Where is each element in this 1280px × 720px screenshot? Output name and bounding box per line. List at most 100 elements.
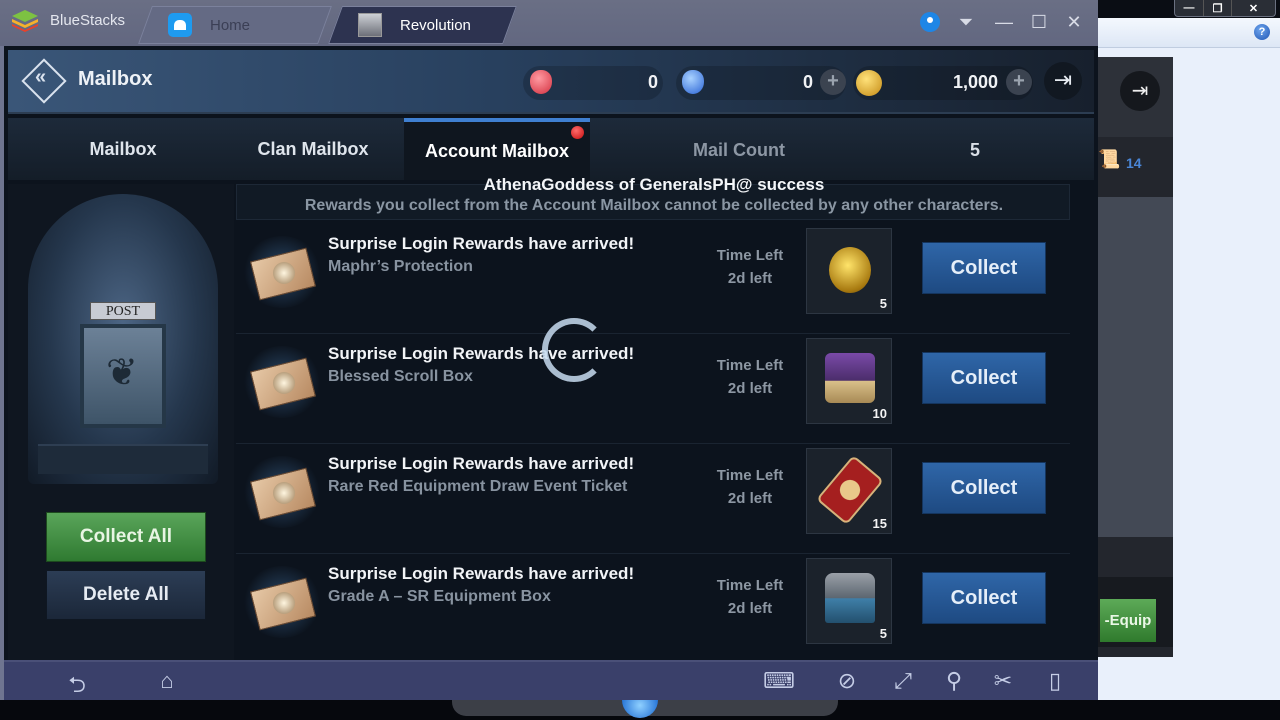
- notification-dot: [571, 126, 584, 139]
- mailbox-header: « Mailbox 0 0 + 1,000 + ⇥: [8, 50, 1094, 114]
- red-gem-icon: [530, 70, 552, 94]
- background-window-controls: — ❐ ✕: [1174, 0, 1276, 17]
- info-message: Rewards you collect from the Account Mai…: [304, 197, 1004, 214]
- app-name: BlueStacks: [50, 12, 126, 29]
- collect-button[interactable]: Collect: [922, 462, 1046, 514]
- collect-all-button[interactable]: Collect All: [46, 512, 206, 562]
- tab-home[interactable]: Home: [138, 6, 332, 44]
- item-count: 5: [879, 296, 887, 311]
- tab-mailbox[interactable]: Mailbox: [8, 118, 238, 180]
- mailbox-tabs: Mailbox Clan Mailbox Account Mailbox Mai…: [8, 118, 1094, 180]
- reward-item-slot[interactable]: 15: [806, 448, 892, 534]
- time-left: Time Left 2d left: [716, 577, 784, 617]
- background-toolbar: [1098, 18, 1280, 48]
- time-left: Time Left 2d left: [716, 357, 784, 397]
- success-message: AthenaGoddess of GeneralsPH@ success: [483, 175, 825, 194]
- android-nav-bar: ⮌ ⌂ ⌨ ⊘ ⤢ ⚲ ✂ ▯: [4, 660, 1098, 700]
- bg-close-button[interactable]: ✕: [1231, 0, 1275, 16]
- back-chevron-icon: «: [35, 66, 47, 88]
- equip-button[interactable]: -Equip: [1100, 599, 1156, 642]
- mail-subtitle: Maphr’s Protection: [328, 258, 473, 275]
- shake-device-icon[interactable]: ▯: [1040, 668, 1070, 694]
- loading-spinner: [542, 318, 606, 382]
- tab-clan-mailbox-label: Clan Mailbox: [257, 138, 369, 159]
- fullscreen-icon[interactable]: ⤢: [888, 668, 918, 694]
- scroll-icon: 📜: [1098, 149, 1121, 169]
- keyboard-icon[interactable]: ⌨: [752, 668, 806, 694]
- close-icon[interactable]: ✕: [1063, 12, 1085, 33]
- collect-button[interactable]: Collect: [922, 242, 1046, 294]
- mail-row: Surprise Login Rewards have arrived! Ble…: [236, 334, 1070, 444]
- post-sign: POST: [90, 302, 156, 320]
- exit-door-icon[interactable]: ⇥: [1044, 62, 1082, 100]
- bg-restore-button[interactable]: ❐: [1203, 0, 1231, 16]
- mail-list: Surprise Login Rewards have arrived! Map…: [236, 224, 1070, 660]
- mail-count-label: Mail Count: [693, 140, 785, 160]
- location-pin-icon[interactable]: ⚲: [939, 668, 969, 694]
- location-icon[interactable]: [920, 12, 940, 32]
- phoenix-emblem-icon: ❦: [106, 352, 138, 394]
- red-ticket-icon: [816, 454, 884, 526]
- equipment-box-icon: [825, 573, 875, 623]
- mail-count-value: 5: [970, 140, 981, 160]
- menu-dropdown-icon[interactable]: ⏷: [955, 12, 977, 33]
- help-icon[interactable]: ?: [1254, 24, 1270, 40]
- mail-row: Surprise Login Rewards have arrived! Rar…: [236, 444, 1070, 554]
- mail-subtitle: Rare Red Equipment Draw Event Ticket: [328, 478, 628, 495]
- envelope-icon: [242, 456, 322, 528]
- post-box-illustration: POST ❦: [28, 194, 218, 484]
- maximize-icon[interactable]: ☐: [1028, 12, 1050, 33]
- add-gold-button[interactable]: +: [1006, 69, 1032, 95]
- envelope-icon: [242, 236, 322, 308]
- blue-gem-icon: [682, 70, 704, 94]
- blue-gem-value: 0: [802, 72, 813, 92]
- time-left: Time Left 2d left: [716, 247, 784, 287]
- mail-title: Surprise Login Rewards have arrived!: [328, 454, 635, 473]
- hide-icon[interactable]: ⊘: [832, 668, 862, 694]
- time-left: Time Left 2d left: [716, 467, 784, 507]
- add-blue-gem-button[interactable]: +: [820, 69, 846, 95]
- home-icon[interactable]: ⌂: [152, 668, 182, 694]
- mail-title: Surprise Login Rewards have arrived!: [328, 564, 635, 583]
- home-icon: [168, 13, 192, 37]
- reward-item-slot[interactable]: 10: [806, 338, 892, 424]
- os-taskbar: [0, 700, 1280, 720]
- bg-minimize-button[interactable]: —: [1175, 0, 1203, 16]
- mail-row: Surprise Login Rewards have arrived! Map…: [236, 224, 1070, 334]
- golden-amulet-icon: [829, 247, 871, 293]
- tab-revolution-label: Revolution: [400, 16, 471, 34]
- collect-button[interactable]: Collect: [922, 572, 1046, 624]
- tab-account-mailbox-label: Account Mailbox: [424, 140, 569, 161]
- item-count: 10: [872, 406, 887, 421]
- collect-button[interactable]: Collect: [922, 352, 1046, 404]
- delete-all-button[interactable]: Delete All: [46, 570, 206, 620]
- bg-exit-door-icon[interactable]: ⇥: [1120, 71, 1160, 111]
- mail-row: Surprise Login Rewards have arrived! Gra…: [236, 554, 1070, 660]
- background-window: — ❐ ✕ ? ⇥ 📜 14 -Equip: [1098, 0, 1280, 700]
- gold-value: 1,000: [952, 72, 998, 92]
- reward-item-slot[interactable]: 5: [806, 228, 892, 314]
- scissors-icon[interactable]: ✂: [988, 668, 1018, 694]
- tab-account-mailbox[interactable]: Account Mailbox: [404, 118, 590, 180]
- post-door: ❦: [80, 324, 166, 428]
- envelope-icon: [242, 346, 322, 418]
- tab-clan-mailbox[interactable]: Clan Mailbox: [218, 118, 408, 180]
- mailbox-sidebar: POST ❦ Collect All Delete All: [8, 184, 234, 660]
- mail-subtitle: Grade A – SR Equipment Box: [328, 588, 551, 605]
- page-title: Mailbox: [78, 68, 153, 90]
- item-count: 15: [872, 516, 887, 531]
- item-count: 5: [879, 626, 887, 641]
- bluestacks-logo-icon: [12, 10, 38, 32]
- mail-subtitle: Blessed Scroll Box: [328, 368, 473, 385]
- revolution-game-icon: [358, 13, 382, 37]
- tab-mailbox-label: Mailbox: [89, 138, 157, 159]
- gold-coin-icon: [856, 70, 882, 96]
- scroll-count: 14: [1126, 155, 1142, 171]
- tab-home-label: Home: [210, 16, 251, 34]
- tab-revolution[interactable]: Revolution: [328, 6, 517, 44]
- reward-item-slot[interactable]: 5: [806, 558, 892, 644]
- mail-title: Surprise Login Rewards have arrived!: [328, 234, 635, 253]
- background-game-view: ⇥ 📜 14 -Equip: [1098, 57, 1173, 657]
- bluestacks-titlebar: BlueStacks Home Revolution ⏷ — ☐ ✕: [0, 0, 1098, 46]
- minimize-icon[interactable]: —: [993, 12, 1015, 33]
